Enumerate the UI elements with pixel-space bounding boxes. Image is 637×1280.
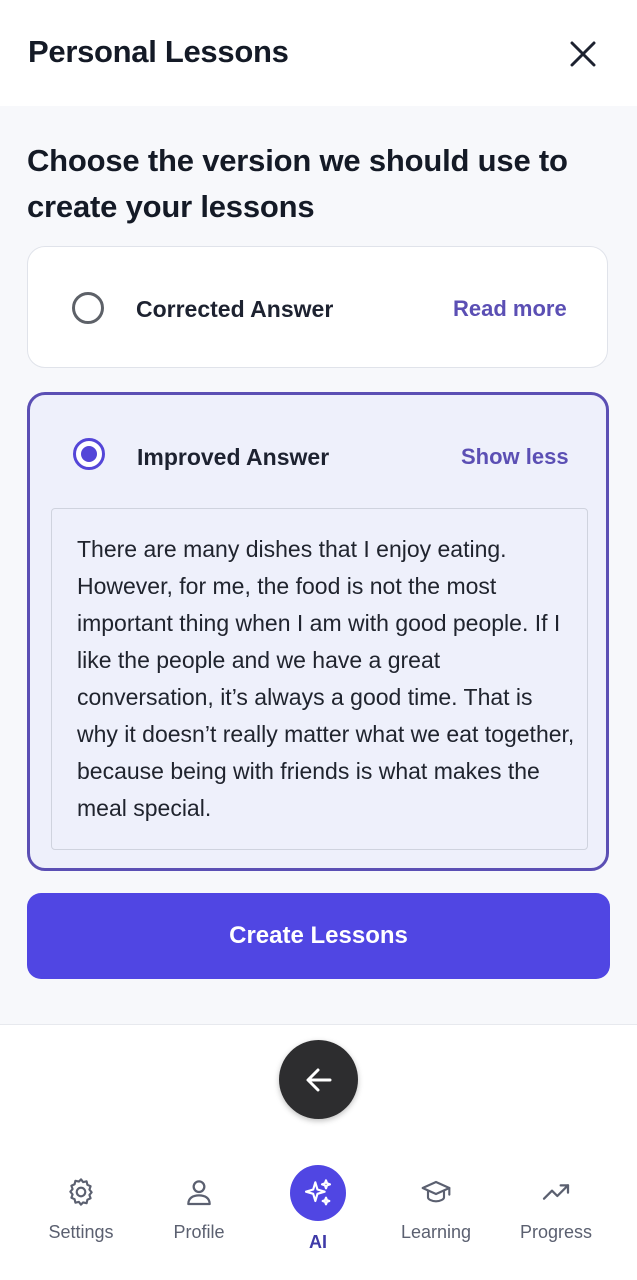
header: Personal Lessons [0,0,637,106]
nav-label: AI [309,1232,327,1252]
improved-answer-text: There are many dishes that I enjoy eatin… [77,536,575,821]
question-heading: Choose the version we should use to crea… [27,143,568,224]
trending-up-icon [542,1184,570,1200]
radio-improved[interactable] [73,438,105,470]
main-content: Choose the version we should use to crea… [0,106,637,1025]
nav-label: Learning [400,1222,472,1242]
person-icon [187,1180,211,1206]
option-label: Corrected Answer [136,296,334,322]
nav-label: Profile [173,1222,225,1242]
nav-item-settings[interactable]: Settings [26,1170,136,1260]
nav-label: Progress [519,1222,593,1242]
sparkles-icon [304,1179,332,1206]
show-less-link[interactable]: Show less [461,444,569,470]
nav-item-progress[interactable]: Progress [501,1170,611,1260]
answer-text-box: There are many dishes that I enjoy eatin… [51,508,588,850]
close-icon [570,41,596,67]
gear-icon [69,1178,93,1206]
arrow-left-icon [306,1068,331,1091]
nav-item-learning[interactable]: Learning [381,1170,491,1260]
option-improved-card[interactable]: Improved Answer Show less There are many… [27,392,609,871]
nav-item-ai[interactable]: AI [263,1165,373,1260]
close-button[interactable] [565,36,601,72]
radio-corrected[interactable] [72,292,104,324]
graduation-cap-icon [421,1180,451,1203]
nav-item-profile[interactable]: Profile [144,1170,254,1260]
read-more-link[interactable]: Read more [453,296,567,322]
back-button[interactable] [279,1040,358,1119]
create-lessons-button[interactable]: Create Lessons [27,893,610,979]
option-label: Improved Answer [137,444,330,470]
page-title: Personal Lessons [28,34,289,69]
nav-label: Settings [48,1222,114,1242]
option-corrected-card[interactable]: Corrected Answer Read more [27,246,608,368]
